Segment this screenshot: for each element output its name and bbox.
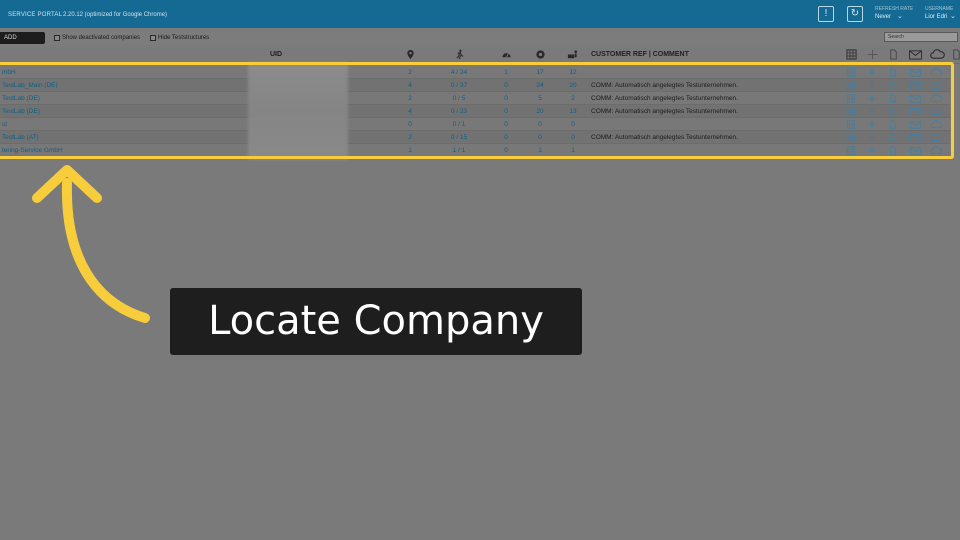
refresh-rate-value[interactable]: Never xyxy=(875,14,891,20)
uid-column-header[interactable]: UID xyxy=(270,51,282,58)
car-person-icon[interactable] xyxy=(567,49,578,60)
refresh-rate-label: REFRESH RATE xyxy=(875,6,914,12)
cloud-icon[interactable] xyxy=(929,49,946,60)
hide-teststructures-label: Hide Teststructures xyxy=(158,35,210,41)
app-version: 2.20.12 (optimized for Google Chrome) xyxy=(63,12,168,18)
gear-icon[interactable] xyxy=(535,49,546,60)
grid-icon[interactable] xyxy=(846,49,857,60)
callout-label: Locate Company xyxy=(170,288,582,355)
checkbox-box[interactable] xyxy=(150,35,156,41)
curved-arrow-icon xyxy=(32,165,150,323)
highlight-frame xyxy=(0,62,954,159)
mail-icon[interactable] xyxy=(908,49,923,60)
notification-icon[interactable]: ! xyxy=(818,6,834,22)
document-icon[interactable] xyxy=(888,49,899,60)
person-running-icon[interactable] xyxy=(454,49,465,60)
search-input[interactable]: Search xyxy=(884,32,958,42)
document-icon[interactable] xyxy=(951,49,960,60)
username-value[interactable]: Lior Edri xyxy=(925,14,947,20)
hide-teststructures-checkbox[interactable]: Hide Teststructures xyxy=(150,34,209,42)
toolbar: ADD Show deactivated companies Hide Test… xyxy=(0,28,960,46)
refresh-icon[interactable]: ↻ xyxy=(847,6,863,22)
app-title: SERVICE PORTAL xyxy=(8,12,63,18)
checkbox-box[interactable] xyxy=(54,35,60,41)
chevron-down-icon[interactable]: ⌄ xyxy=(950,12,956,20)
comment-column-header[interactable]: CUSTOMER REF | COMMENT xyxy=(591,51,689,58)
show-deactivated-label: Show deactivated companies xyxy=(62,35,141,41)
top-header: SERVICE PORTAL 2.20.12 (optimized for Go… xyxy=(0,0,960,28)
chevron-down-icon[interactable]: ⌄ xyxy=(897,12,903,20)
company-select[interactable]: ADD xyxy=(0,32,45,44)
show-deactivated-checkbox[interactable]: Show deactivated companies xyxy=(54,34,140,42)
speedometer-icon[interactable] xyxy=(501,49,512,60)
plus-icon[interactable] xyxy=(867,49,878,60)
location-pin-icon[interactable] xyxy=(405,49,416,60)
